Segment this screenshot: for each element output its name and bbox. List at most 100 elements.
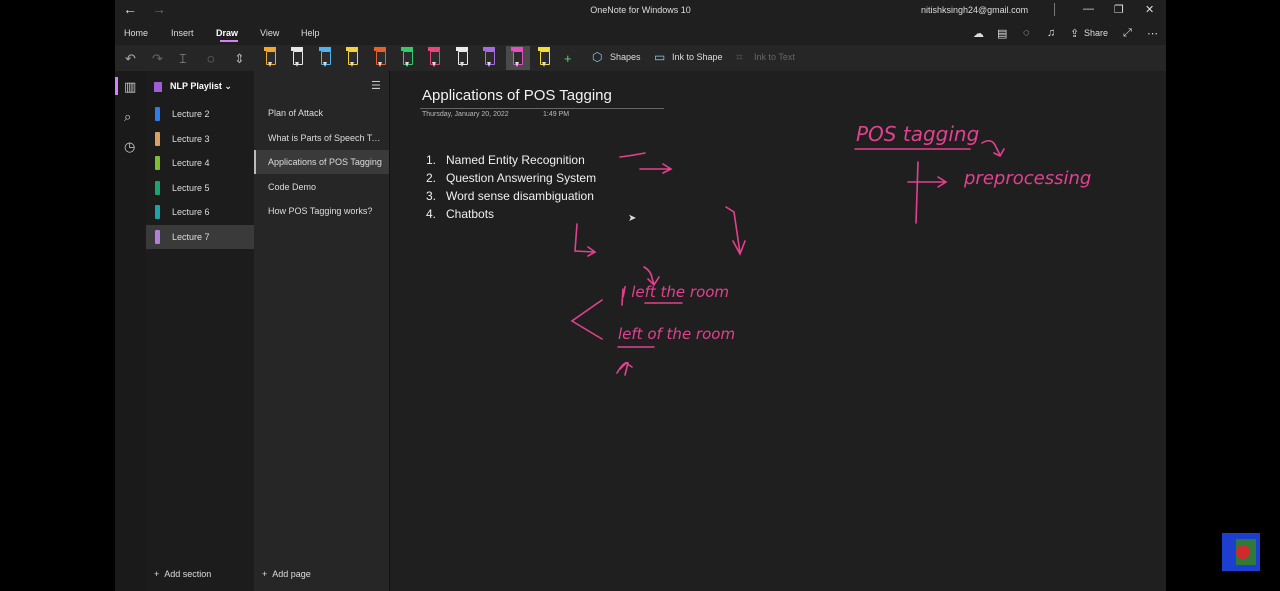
sections-pane: NLP Playlist ⌄ Lecture 2 Lecture 3 Lecture… — [146, 71, 254, 591]
close-icon[interactable]: ✕ — [1145, 3, 1154, 16]
pen-tip — [487, 62, 491, 67]
active-tab-indicator — [220, 40, 238, 42]
section-item[interactable]: Lecture 4 — [146, 151, 254, 175]
bell-icon[interactable]: ♫ — [1047, 27, 1055, 39]
plus-icon: + — [154, 569, 160, 579]
account-email[interactable]: nitishksingh24@gmail.com — [921, 5, 1028, 15]
ink-to-shape-button[interactable]: Ink to Shape — [672, 52, 723, 62]
type-select-icon[interactable]: ⌶ — [179, 51, 187, 67]
section-item[interactable]: Lecture 2 — [146, 102, 254, 126]
section-item[interactable]: Lecture 6 — [146, 200, 254, 224]
pen-tool[interactable] — [291, 47, 303, 67]
sort-icon[interactable]: ☰ — [371, 79, 381, 92]
page-label: How POS Tagging works? — [268, 206, 373, 217]
section-color-tab — [155, 156, 160, 171]
section-item[interactable]: Lecture 5 — [146, 176, 254, 200]
pen-tip — [460, 62, 464, 67]
section-label: Lecture 5 — [172, 182, 210, 193]
pen-tool[interactable] — [511, 47, 523, 67]
tab-home[interactable]: Home — [124, 28, 148, 38]
ink-pos-tagging: POS tagging — [856, 122, 979, 146]
pen-tip — [350, 62, 354, 67]
ink-arrow-down — [725, 206, 746, 256]
ink-to-text-button[interactable]: Ink to Text — [754, 52, 795, 62]
notebook-selector[interactable]: NLP Playlist ⌄ — [170, 81, 232, 92]
pen-tool[interactable] — [538, 47, 550, 67]
section-color-tab — [155, 230, 160, 244]
ink-arrow-curl — [981, 139, 1005, 158]
section-item[interactable]: Lecture 7 — [146, 225, 254, 249]
onenote-window: ← → OneNote for Windows 10 nitishksingh2… — [115, 0, 1166, 591]
ink-bracket — [570, 299, 603, 340]
page-item[interactable]: Applications of POS Tagging — [254, 150, 389, 175]
section-label: Lecture 4 — [172, 158, 210, 169]
section-color-tab — [155, 205, 160, 220]
share-icon[interactable]: ⇪ — [1070, 27, 1079, 40]
pen-tool[interactable] — [401, 47, 413, 67]
search-icon[interactable]: ⌕ — [124, 109, 131, 125]
section-label: Lecture 2 — [172, 109, 210, 119]
tab-insert[interactable]: Insert — [171, 28, 194, 38]
sync-icon[interactable]: ☁ — [973, 27, 984, 40]
tab-help[interactable]: Help — [301, 28, 320, 38]
notebook-name: NLP Playlist — [170, 81, 222, 91]
more-options-icon[interactable]: ⋯ — [1147, 27, 1158, 40]
redo-icon[interactable]: ↷ — [152, 51, 163, 67]
ink-arrow-right — [907, 176, 948, 188]
pen-tool[interactable] — [428, 47, 440, 67]
ink-arrow-right — [639, 163, 673, 174]
ribbon-tabs: Home Insert Draw View Help — [115, 26, 1166, 44]
undo-icon[interactable]: ↶ — [125, 51, 136, 67]
tab-draw[interactable]: Draw — [216, 28, 238, 38]
minimize-icon[interactable]: — — [1083, 3, 1094, 15]
ink-stroke — [619, 152, 646, 158]
page-item[interactable]: What is Parts of Speech Ta... — [254, 126, 389, 150]
pen-tool[interactable] — [264, 47, 276, 67]
shapes-icon[interactable]: ⬡ — [592, 50, 602, 64]
add-section-label: Add section — [164, 569, 212, 579]
pen-tip — [295, 62, 299, 67]
add-page-button[interactable]: + Add page — [262, 569, 311, 579]
page-item[interactable]: Plan of Attack — [254, 101, 389, 125]
pen-tip — [323, 62, 327, 67]
mouse-cursor-icon: ➤ — [628, 213, 637, 224]
pen-tool[interactable] — [346, 47, 358, 67]
lasso-select-icon[interactable]: ◌ — [207, 51, 215, 66]
ink-to-shape-icon[interactable]: ▭ — [654, 50, 665, 64]
page-item[interactable]: Code Demo — [254, 175, 389, 199]
ink-annotations: POS tagging preprocessing I left the roo… — [570, 122, 1091, 376]
restore-icon[interactable]: ❐ — [1114, 3, 1124, 16]
tab-view[interactable]: View — [260, 28, 279, 38]
add-space-icon[interactable]: ⇕ — [234, 51, 245, 67]
section-item[interactable]: Lecture 3 — [146, 127, 254, 151]
share-button[interactable]: Share — [1084, 28, 1108, 38]
pen-tool[interactable] — [319, 47, 331, 67]
add-pen-icon[interactable]: + — [564, 51, 572, 66]
section-label: Lecture 7 — [172, 232, 210, 242]
page-label: Plan of Attack — [268, 108, 324, 118]
ink-to-text-icon[interactable]: ⌗ — [736, 50, 743, 65]
notebooks-icon[interactable]: ▥ — [124, 79, 136, 95]
page-item[interactable]: How POS Tagging works? — [254, 199, 389, 223]
recent-notes-icon[interactable]: ◷ — [124, 139, 135, 155]
pen-tool[interactable] — [374, 47, 386, 67]
notebook-icon[interactable]: ▤ — [997, 27, 1007, 40]
add-page-label: Add page — [272, 569, 311, 579]
plus-icon: + — [262, 569, 268, 579]
pen-tip — [515, 62, 519, 67]
shapes-button[interactable]: Shapes — [610, 52, 641, 62]
page-label: Code Demo — [268, 181, 317, 192]
pen-tool[interactable] — [483, 47, 495, 67]
pen-tip — [378, 62, 382, 67]
pen-tip — [542, 62, 546, 67]
ink-sentence-2: left of the room — [618, 325, 735, 343]
titlebar-divider — [1054, 3, 1055, 16]
page-label: Applications of POS Tagging — [268, 157, 382, 168]
fullscreen-icon[interactable]: ⤢ — [1123, 27, 1132, 40]
pen-tip — [405, 62, 409, 67]
lightbulb-icon[interactable]: ◌ — [1023, 27, 1030, 39]
add-section-button[interactable]: + Add section — [154, 569, 211, 579]
pen-tool[interactable] — [456, 47, 468, 67]
pen-tip — [432, 62, 436, 67]
note-canvas[interactable]: Applications of POS Tagging Thursday, Ja… — [390, 71, 1166, 591]
